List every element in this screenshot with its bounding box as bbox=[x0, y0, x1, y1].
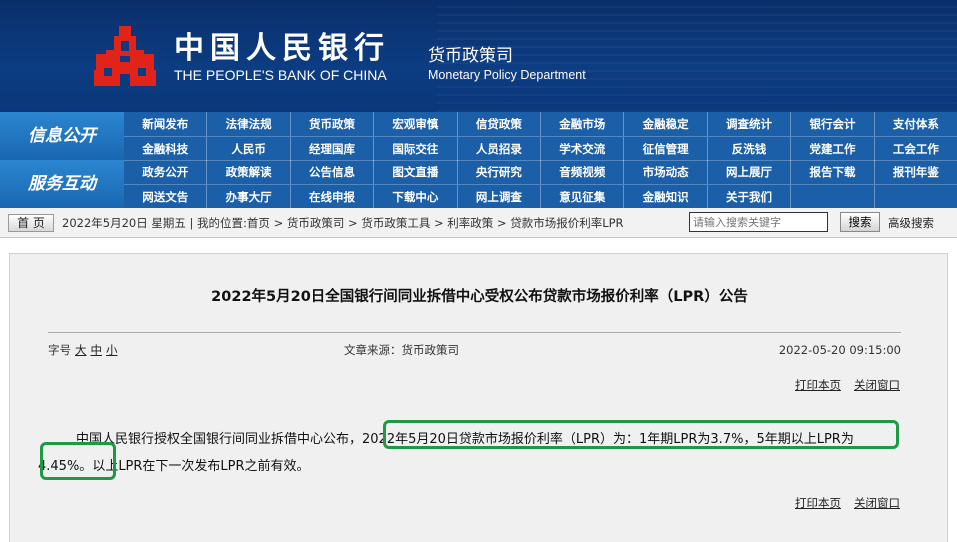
close-window-link[interactable]: 关闭窗口 bbox=[854, 378, 900, 392]
nav-row-3: 政务公开 政策解读 公告信息 图文直播 央行研究 音频视频 市场动态 网上展厅 … bbox=[124, 160, 957, 184]
nav-item[interactable]: 征信管理 bbox=[623, 137, 706, 161]
nav-item[interactable]: 网送文告 bbox=[124, 185, 206, 209]
nav-item[interactable]: 关于我们 bbox=[706, 185, 790, 209]
font-size-large-link[interactable]: 大 bbox=[75, 343, 87, 357]
nav-item[interactable]: 网上展厅 bbox=[706, 160, 790, 184]
bank-name-en: THE PEOPLE'S BANK OF CHINA bbox=[174, 67, 387, 83]
header-decoration bbox=[437, 0, 957, 112]
highlight-box bbox=[40, 442, 116, 480]
breadcrumb-bar: 首 页 2022年5月20日 星期五 | 我的位置:首页 > 货币政策司 > 货… bbox=[0, 208, 957, 238]
nav-item[interactable]: 在线申报 bbox=[289, 185, 373, 209]
article-date: 2022-05-20 09:15:00 bbox=[778, 343, 901, 357]
main-navigation: 信息公开 服务互动 新闻发布 法律法规 货币政策 宏观审慎 信贷政策 金融市场 … bbox=[0, 112, 957, 209]
nav-item[interactable]: 央行研究 bbox=[456, 160, 540, 184]
nav-item[interactable]: 金融科技 bbox=[124, 137, 206, 161]
font-size-medium-link[interactable]: 中 bbox=[91, 343, 103, 357]
font-size-small-link[interactable]: 小 bbox=[106, 343, 118, 357]
nav-item[interactable]: 党建工作 bbox=[790, 137, 873, 161]
article-actions-bottom: 打印本页 关闭窗口 bbox=[782, 496, 900, 510]
print-link[interactable]: 打印本页 bbox=[795, 378, 841, 392]
nav-group-service: 服务互动 bbox=[0, 160, 124, 208]
nav-item[interactable]: 反洗钱 bbox=[706, 137, 790, 161]
nav-item[interactable]: 经理国库 bbox=[289, 137, 373, 161]
nav-item[interactable]: 报告下载 bbox=[790, 160, 873, 184]
breadcrumb: 2022年5月20日 星期五 | 我的位置:首页 > 货币政策司 > 货币政策工… bbox=[62, 216, 624, 230]
meta-divider bbox=[48, 332, 901, 333]
nav-item[interactable]: 支付体系 bbox=[873, 112, 957, 136]
article-panel: 2022年5月20日全国银行间同业拆借中心受权公布贷款市场报价利率（LPR）公告… bbox=[9, 253, 948, 542]
nav-item[interactable]: 金融知识 bbox=[623, 185, 706, 209]
nav-item[interactable]: 新闻发布 bbox=[124, 112, 206, 136]
nav-item[interactable]: 下载中心 bbox=[373, 185, 456, 209]
nav-item[interactable]: 金融市场 bbox=[540, 112, 623, 136]
highlight-box bbox=[383, 420, 899, 449]
nav-item[interactable]: 法律法规 bbox=[206, 112, 289, 136]
nav-item[interactable]: 学术交流 bbox=[540, 137, 623, 161]
nav-item[interactable]: 银行会计 bbox=[790, 112, 873, 136]
body-validity: 以上LPR在下一次发布LPR之前有效。 bbox=[92, 459, 310, 474]
nav-item[interactable]: 音频视频 bbox=[540, 160, 623, 184]
nav-item[interactable]: 工会工作 bbox=[873, 137, 957, 161]
nav-item[interactable]: 人员招录 bbox=[456, 137, 540, 161]
nav-row-1: 新闻发布 法律法规 货币政策 宏观审慎 信贷政策 金融市场 金融稳定 调查统计 … bbox=[124, 112, 957, 136]
nav-item[interactable]: 人民币 bbox=[206, 137, 289, 161]
nav-row-4: 网送文告 办事大厅 在线申报 下载中心 网上调查 意见征集 金融知识 关于我们 bbox=[124, 185, 957, 209]
nav-item[interactable]: 报刊年鉴 bbox=[873, 160, 957, 184]
nav-item[interactable]: 意见征集 bbox=[540, 185, 623, 209]
home-button[interactable]: 首 页 bbox=[8, 214, 54, 232]
close-window-link[interactable]: 关闭窗口 bbox=[854, 496, 900, 510]
nav-item[interactable]: 公告信息 bbox=[289, 160, 373, 184]
nav-item[interactable]: 信贷政策 bbox=[456, 112, 540, 136]
font-size-label: 字号 bbox=[48, 343, 71, 357]
nav-group-info: 信息公开 bbox=[0, 112, 124, 160]
article-actions-top: 打印本页 关闭窗口 bbox=[782, 378, 900, 392]
nav-item[interactable]: 政务公开 bbox=[124, 160, 206, 184]
nav-item[interactable]: 政策解读 bbox=[206, 160, 289, 184]
nav-item[interactable]: 宏观审慎 bbox=[373, 112, 456, 136]
print-link[interactable]: 打印本页 bbox=[795, 496, 841, 510]
body-intro: 中国人民银行授权全国银行间同业拆借中心公布， bbox=[76, 432, 363, 447]
pboc-logo-icon[interactable] bbox=[92, 24, 158, 90]
department-name-cn: 货币政策司 bbox=[428, 46, 513, 66]
nav-item-empty bbox=[873, 185, 957, 209]
nav-item[interactable]: 金融稳定 bbox=[623, 112, 706, 136]
department-name-en: Monetary Policy Department bbox=[428, 68, 586, 82]
nav-item[interactable]: 网上调查 bbox=[456, 185, 540, 209]
nav-row-2: 金融科技 人民币 经理国库 国际交往 人员招录 学术交流 征信管理 反洗钱 党建… bbox=[124, 137, 957, 161]
advanced-search-link[interactable]: 高级搜索 bbox=[888, 216, 934, 230]
article-meta: 字号大中小 文章来源：货币政策司 2022-05-20 09:15:00 bbox=[48, 342, 901, 360]
site-header: 中国人民银行 THE PEOPLE'S BANK OF CHINA 货币政策司 … bbox=[0, 0, 957, 112]
nav-item[interactable]: 图文直播 bbox=[373, 160, 456, 184]
bank-name-cn: 中国人民银行 bbox=[174, 31, 390, 66]
nav-item[interactable]: 办事大厅 bbox=[206, 185, 289, 209]
nav-item[interactable]: 市场动态 bbox=[623, 160, 706, 184]
font-size-control: 字号大中小 bbox=[48, 342, 118, 358]
article-source: 文章来源：货币政策司 bbox=[344, 343, 459, 357]
article-title: 2022年5月20日全国银行间同业拆借中心受权公布贷款市场报价利率（LPR）公告 bbox=[211, 289, 748, 305]
search-input[interactable] bbox=[689, 212, 828, 232]
nav-item[interactable]: 调查统计 bbox=[706, 112, 790, 136]
page: 中国人民银行 THE PEOPLE'S BANK OF CHINA 货币政策司 … bbox=[0, 0, 957, 542]
nav-item[interactable]: 国际交往 bbox=[373, 137, 456, 161]
nav-item[interactable]: 货币政策 bbox=[289, 112, 373, 136]
nav-item-empty bbox=[790, 185, 873, 209]
search-button[interactable]: 搜索 bbox=[840, 212, 880, 232]
